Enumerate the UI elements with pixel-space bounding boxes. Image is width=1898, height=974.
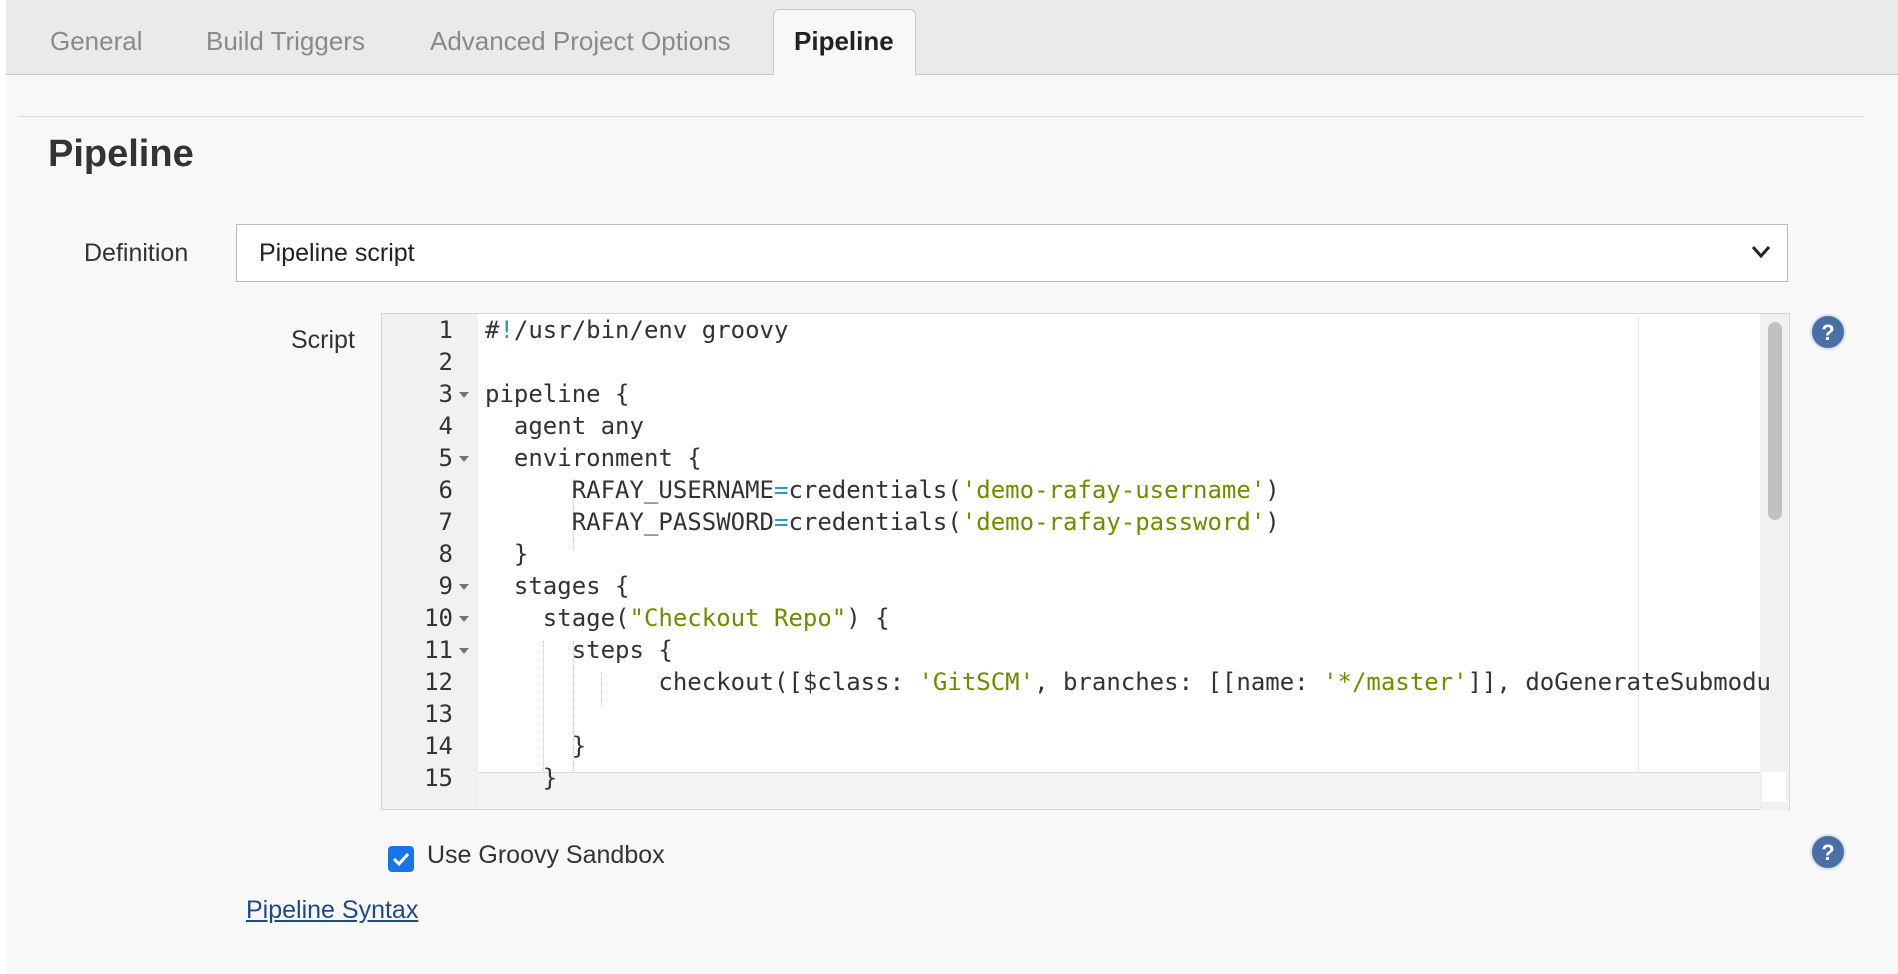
fold-toggle-icon[interactable] <box>459 616 469 622</box>
code-line: agent any <box>485 412 644 440</box>
line-number: 3 <box>438 380 453 408</box>
line-number: 9 <box>438 572 453 600</box>
code-line: stages { <box>485 572 630 600</box>
code-line: checkout([$class: 'GitSCM', branches: [[… <box>485 668 1771 696</box>
tab-advanced-project-options[interactable]: Advanced Project Options <box>430 10 731 75</box>
line-number: 5 <box>438 444 453 472</box>
line-number: 13 <box>424 700 453 728</box>
editor-code-area[interactable] <box>478 314 1761 773</box>
code-line: environment { <box>485 444 702 472</box>
line-number: 12 <box>424 668 453 696</box>
fold-toggle-icon[interactable] <box>459 456 469 462</box>
code-line: pipeline { <box>485 380 630 408</box>
section-title: Pipeline <box>48 133 194 175</box>
code-line: steps { <box>485 636 673 664</box>
definition-select-value: Pipeline script <box>259 239 415 267</box>
fold-toggle-icon[interactable] <box>459 392 469 398</box>
code-line: } <box>485 732 587 760</box>
script-label: Script <box>291 326 355 354</box>
line-number: 10 <box>424 604 453 632</box>
line-number: 11 <box>424 636 453 664</box>
pipeline-syntax-link[interactable]: Pipeline Syntax <box>246 896 418 925</box>
code-line: } <box>485 764 558 792</box>
section-divider <box>18 116 1864 117</box>
line-number: 15 <box>424 764 453 792</box>
editor-scrollbar-thumb[interactable] <box>1768 322 1782 520</box>
tab-build-triggers[interactable]: Build Triggers <box>206 10 365 75</box>
tab-general[interactable]: General <box>50 10 143 75</box>
editor-scroll-corner <box>1762 772 1786 802</box>
line-number: 8 <box>438 540 453 568</box>
definition-select[interactable]: Pipeline script <box>236 224 1788 282</box>
checkmark-icon <box>392 852 410 867</box>
line-number: 6 <box>438 476 453 504</box>
use-groovy-sandbox-label[interactable]: Use Groovy Sandbox <box>427 841 665 870</box>
use-groovy-sandbox-checkbox[interactable] <box>388 846 414 872</box>
line-number: 14 <box>424 732 453 760</box>
fold-toggle-icon[interactable] <box>459 648 469 654</box>
editor-print-margin <box>1638 313 1639 772</box>
definition-label: Definition <box>84 239 189 267</box>
chevron-down-icon <box>1749 225 1773 281</box>
code-line: stage("Checkout Repo") { <box>485 604 890 632</box>
tab-pipeline[interactable]: Pipeline <box>773 9 916 75</box>
line-number: 7 <box>438 508 453 536</box>
code-line: #!/usr/bin/env groovy <box>485 316 789 344</box>
help-icon[interactable]: ? <box>1810 314 1846 350</box>
fold-toggle-icon[interactable] <box>459 584 469 590</box>
code-line: } <box>485 540 529 568</box>
svg-text:?: ? <box>1821 840 1834 865</box>
line-number: 2 <box>438 348 453 376</box>
svg-text:?: ? <box>1821 320 1834 345</box>
code-line: RAFAY_USERNAME=credentials('demo-rafay-u… <box>485 476 1280 504</box>
help-icon[interactable]: ? <box>1810 834 1846 870</box>
code-line: RAFAY_PASSWORD=credentials('demo-rafay-p… <box>485 508 1280 536</box>
line-number: 1 <box>438 316 453 344</box>
line-number: 4 <box>438 412 453 440</box>
